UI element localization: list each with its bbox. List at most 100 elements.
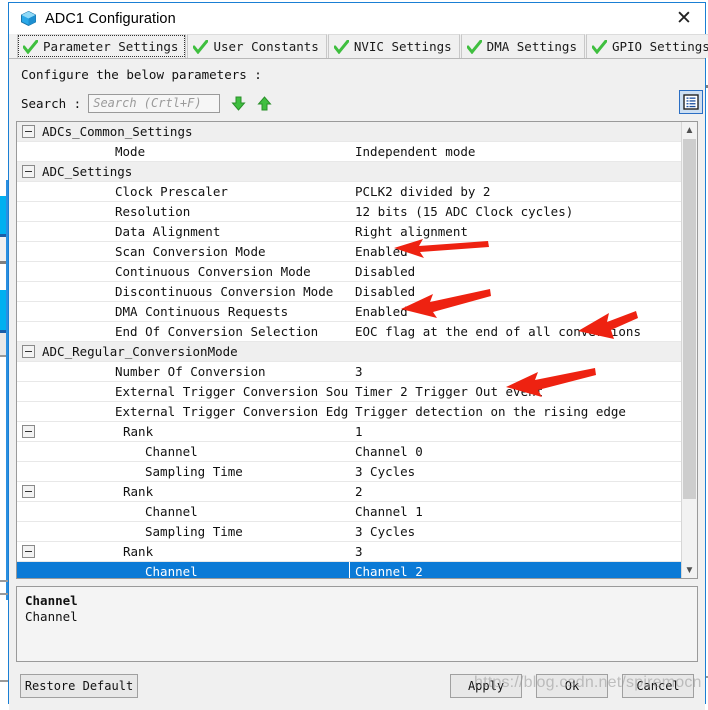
- row-name-cell: Sampling Time: [17, 462, 349, 481]
- table-row[interactable]: Scan Conversion Mode Enabled: [17, 242, 681, 262]
- row-value-cell: Enabled: [349, 242, 681, 261]
- row-name-cell: Rank: [17, 542, 349, 561]
- table-row[interactable]: ADC_Settings: [17, 162, 681, 182]
- cancel-button[interactable]: Cancel: [622, 674, 694, 698]
- row-label: Mode: [115, 144, 145, 159]
- row-label: Channel: [145, 564, 198, 578]
- cube-icon: [19, 10, 37, 28]
- scrollbar-thumb[interactable]: [683, 139, 696, 499]
- adc-configuration-dialog: ADC1 Configuration ✕ Parameter Settings …: [8, 2, 706, 704]
- table-row[interactable]: Number Of Conversion 3: [17, 362, 681, 382]
- row-name-cell: ADCs_Common_Settings: [17, 122, 349, 141]
- table-row[interactable]: End Of Conversion Selection EOC flag at …: [17, 322, 681, 342]
- row-label: External Trigger Conversion Edge: [115, 404, 349, 419]
- restore-default-button[interactable]: Restore Default: [20, 674, 138, 698]
- tab-user-constants[interactable]: User Constants: [187, 34, 326, 58]
- search-input[interactable]: [88, 94, 220, 113]
- row-value-cell: 3 Cycles: [349, 462, 681, 481]
- row-name-cell: Scan Conversion Mode: [17, 242, 349, 261]
- row-value-cell: [349, 162, 681, 181]
- table-row-selected[interactable]: Channel Channel 2: [17, 562, 681, 578]
- row-label: End Of Conversion Selection: [115, 324, 318, 339]
- tab-gpio-settings[interactable]: GPIO Settings: [586, 34, 708, 58]
- row-value-cell: Enabled: [349, 302, 681, 321]
- table-row[interactable]: Channel Channel 1: [17, 502, 681, 522]
- row-name-cell: Clock Prescaler: [17, 182, 349, 201]
- row-label: ADC_Regular_ConversionMode: [42, 344, 238, 359]
- tab-label: DMA Settings: [487, 39, 577, 54]
- chevron-down-icon[interactable]: ▼: [682, 562, 697, 578]
- row-value-cell: Channel 0: [349, 442, 681, 461]
- table-row[interactable]: External Trigger Conversion Source Timer…: [17, 382, 681, 402]
- description-title: Channel: [25, 593, 689, 608]
- row-label: Rank: [123, 484, 153, 499]
- table-row[interactable]: Continuous Conversion Mode Disabled: [17, 262, 681, 282]
- title-bar: ADC1 Configuration ✕: [9, 3, 705, 34]
- arrow-up-icon[interactable]: [257, 96, 272, 111]
- dialog-body: Configure the below parameters : Search …: [9, 59, 705, 710]
- search-label: Search :: [21, 96, 81, 111]
- row-label: Rank: [123, 544, 153, 559]
- row-value-cell: Disabled: [349, 282, 681, 301]
- row-label: Sampling Time: [145, 524, 243, 539]
- table-row[interactable]: Rank 1: [17, 422, 681, 442]
- tab-parameter-settings[interactable]: Parameter Settings: [17, 34, 186, 58]
- list-view-icon[interactable]: [679, 90, 703, 114]
- row-label: Scan Conversion Mode: [115, 244, 266, 259]
- row-value-cell: 3: [349, 362, 681, 381]
- vertical-scrollbar[interactable]: ▲ ▼: [681, 122, 697, 578]
- row-value-cell: PCLK2 divided by 2: [349, 182, 681, 201]
- window-title: ADC1 Configuration: [45, 11, 176, 27]
- row-value-cell: Independent mode: [349, 142, 681, 161]
- table-row[interactable]: Rank 2: [17, 482, 681, 502]
- row-value-cell: 2: [349, 482, 681, 501]
- row-name-cell: Mode: [17, 142, 349, 161]
- row-label: Channel: [145, 444, 198, 459]
- tab-strip: Parameter Settings User Constants NVIC S…: [9, 34, 705, 59]
- table-row[interactable]: Sampling Time 3 Cycles: [17, 522, 681, 542]
- row-label: Rank: [123, 424, 153, 439]
- row-value-cell: 12 bits (15 ADC Clock cycles): [349, 202, 681, 221]
- footer-button-group: Apply Ok Cancel: [450, 674, 694, 698]
- row-name-cell: Rank: [17, 422, 349, 441]
- apply-button[interactable]: Apply: [450, 674, 522, 698]
- tab-dma-settings[interactable]: DMA Settings: [461, 34, 585, 58]
- row-value-cell: 1: [349, 422, 681, 441]
- collapse-icon[interactable]: [22, 545, 35, 558]
- table-row[interactable]: Resolution 12 bits (15 ADC Clock cycles): [17, 202, 681, 222]
- table-row[interactable]: Discontinuous Conversion Mode Disabled: [17, 282, 681, 302]
- search-row: Search :: [21, 92, 705, 114]
- table-row[interactable]: Sampling Time 3 Cycles: [17, 462, 681, 482]
- row-name-cell: External Trigger Conversion Source: [17, 382, 349, 401]
- ok-button[interactable]: Ok: [536, 674, 608, 698]
- check-icon: [592, 40, 607, 54]
- row-name-cell: Channel: [17, 502, 349, 521]
- chevron-up-icon[interactable]: ▲: [682, 122, 697, 138]
- table-row[interactable]: DMA Continuous Requests Enabled: [17, 302, 681, 322]
- row-value-cell: Trigger detection on the rising edge: [349, 402, 681, 421]
- table-row[interactable]: Mode Independent mode: [17, 142, 681, 162]
- collapse-icon[interactable]: [22, 345, 35, 358]
- collapse-icon[interactable]: [22, 485, 35, 498]
- table-row[interactable]: ADC_Regular_ConversionMode: [17, 342, 681, 362]
- arrow-down-icon[interactable]: [231, 96, 246, 111]
- row-label: Continuous Conversion Mode: [115, 264, 311, 279]
- check-icon: [334, 40, 349, 54]
- table-row[interactable]: Data Alignment Right alignment: [17, 222, 681, 242]
- close-icon[interactable]: ✕: [671, 6, 697, 30]
- tab-nvic-settings[interactable]: NVIC Settings: [328, 34, 460, 58]
- table-row[interactable]: Clock Prescaler PCLK2 divided by 2: [17, 182, 681, 202]
- collapse-icon[interactable]: [22, 425, 35, 438]
- description-panel: Channel Channel: [16, 586, 698, 662]
- collapse-icon[interactable]: [22, 125, 35, 138]
- row-value-cell: EOC flag at the end of all conversions: [349, 322, 681, 341]
- table-row[interactable]: ADCs_Common_Settings: [17, 122, 681, 142]
- collapse-icon[interactable]: [22, 165, 35, 178]
- row-name-cell: ADC_Regular_ConversionMode: [17, 342, 349, 361]
- table-row[interactable]: Channel Channel 0: [17, 442, 681, 462]
- table-row[interactable]: External Trigger Conversion Edge Trigger…: [17, 402, 681, 422]
- row-name-cell: End Of Conversion Selection: [17, 322, 349, 341]
- tab-label: NVIC Settings: [354, 39, 452, 54]
- table-row[interactable]: Rank 3: [17, 542, 681, 562]
- description-text: Channel: [25, 609, 689, 624]
